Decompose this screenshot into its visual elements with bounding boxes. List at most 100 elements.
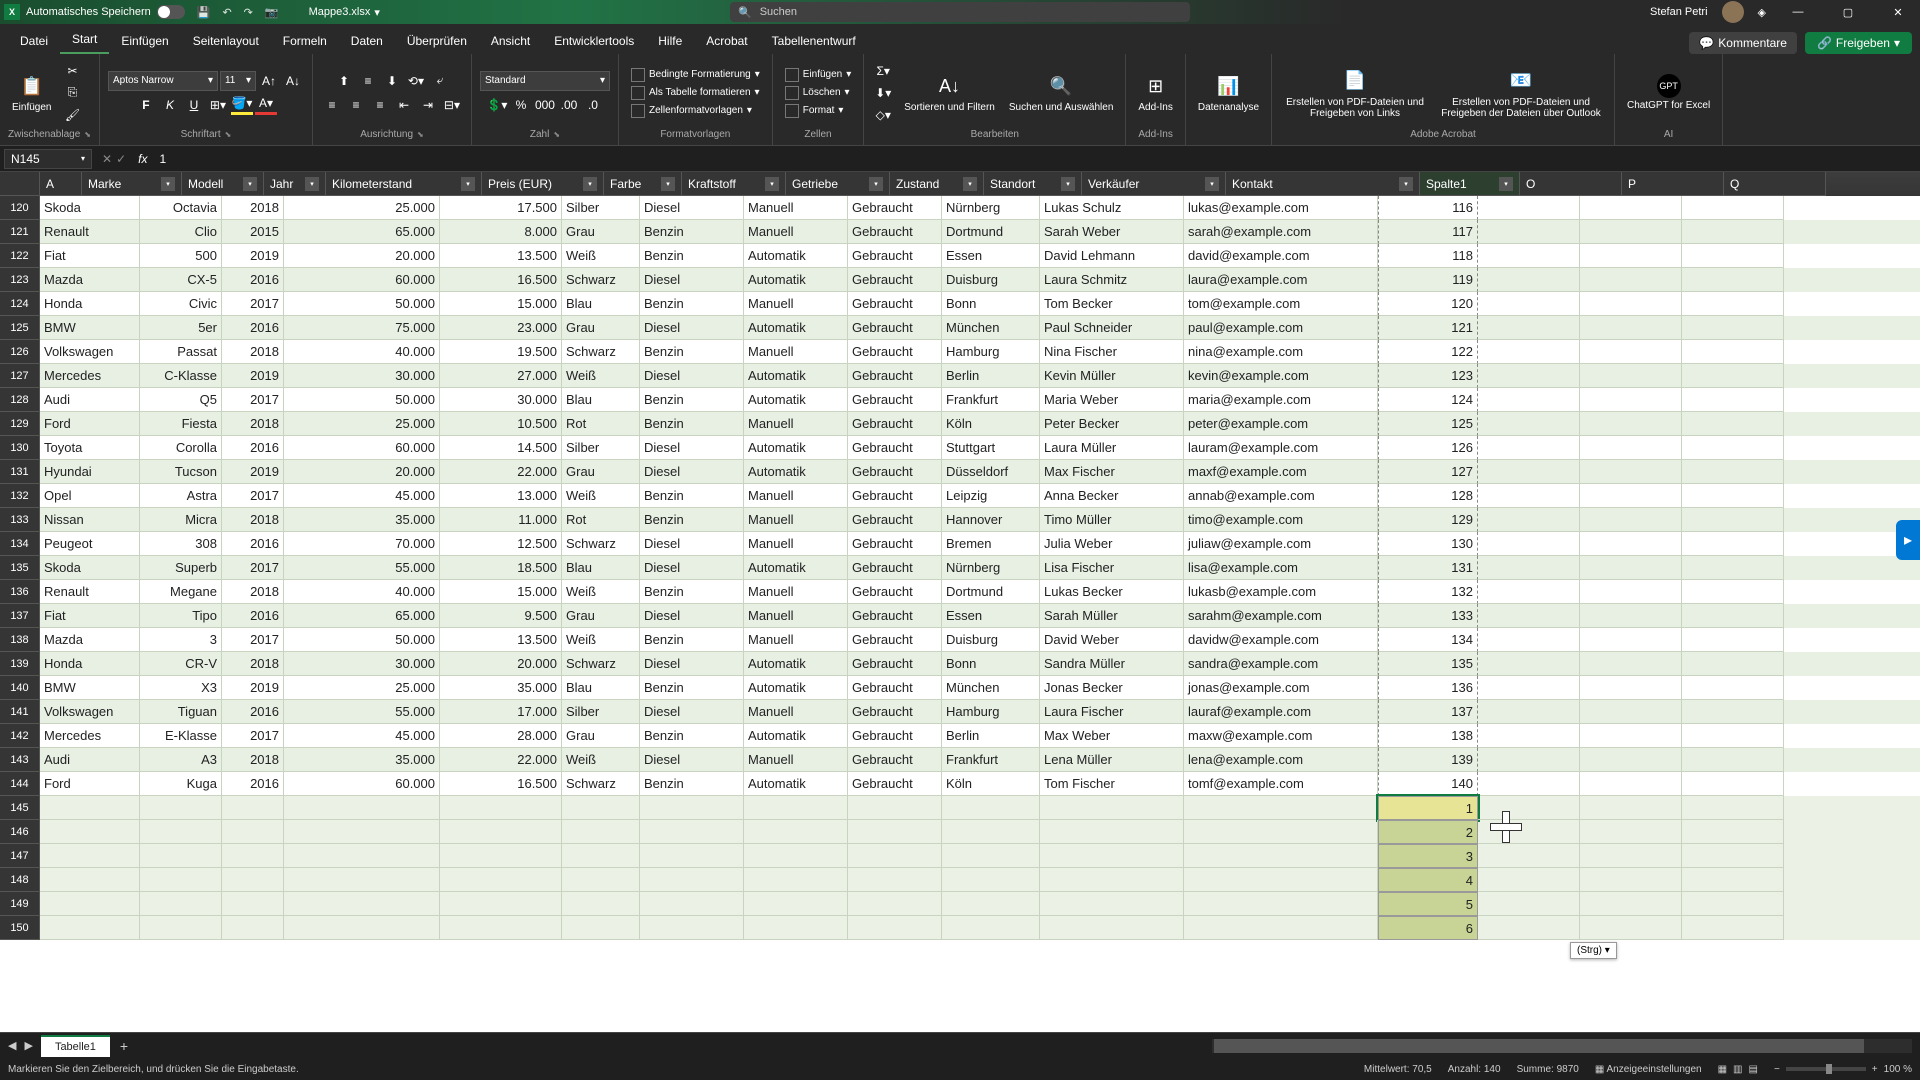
row-header[interactable]: 145 [0,796,40,820]
cell[interactable] [40,868,140,892]
cell[interactable]: 2017 [222,388,284,412]
tab-überprüfen[interactable]: Überprüfen [395,28,479,54]
cell[interactable] [440,844,562,868]
cell[interactable]: Silber [562,196,640,220]
table-row[interactable]: 124HondaCivic201750.00015.000BlauBenzinM… [0,292,1920,316]
cell[interactable] [222,916,284,940]
border-icon[interactable]: ⊞▾ [207,95,229,115]
cell[interactable] [284,844,440,868]
cell[interactable]: Manuell [744,532,848,556]
tab-entwicklertools[interactable]: Entwicklertools [542,28,646,54]
cell[interactable]: Duisburg [942,628,1040,652]
cell[interactable]: Gebraucht [848,460,942,484]
cell[interactable]: C-Klasse [140,364,222,388]
cell[interactable] [1040,844,1184,868]
cell[interactable]: 60.000 [284,772,440,796]
row-header[interactable]: 147 [0,844,40,868]
cell[interactable] [1682,868,1784,892]
cell[interactable] [1682,388,1784,412]
filter-icon[interactable]: ▾ [1399,177,1413,191]
underline-button[interactable]: U [183,95,205,115]
cell[interactable]: Gebraucht [848,628,942,652]
cell[interactable]: Volkswagen [40,700,140,724]
cell[interactable] [222,820,284,844]
tab-seitenlayout[interactable]: Seitenlayout [181,28,271,54]
increase-decimal-icon[interactable]: .00 [558,95,580,115]
cell[interactable] [1580,436,1682,460]
cell[interactable]: 20.000 [440,652,562,676]
filter-icon[interactable]: ▾ [161,177,175,191]
cell[interactable]: 2019 [222,460,284,484]
cell[interactable]: 50.000 [284,388,440,412]
row-header[interactable]: 125 [0,316,40,340]
cell[interactable]: Schwarz [562,652,640,676]
filter-icon[interactable]: ▾ [243,177,257,191]
row-header[interactable]: 139 [0,652,40,676]
filename[interactable]: Mappe3.xlsx▾ [309,6,380,19]
cell[interactable] [848,892,942,916]
cell[interactable]: Schwarz [562,340,640,364]
cell[interactable]: Gebraucht [848,220,942,244]
cell[interactable]: sandra@example.com [1184,652,1378,676]
cell[interactable]: 2018 [222,748,284,772]
cell[interactable] [440,916,562,940]
search-input[interactable]: 🔍 Suchen [730,2,1190,22]
cell[interactable] [744,892,848,916]
cell[interactable]: Peter Becker [1040,412,1184,436]
cell[interactable]: 2016 [222,532,284,556]
cell[interactable] [1682,580,1784,604]
table-row[interactable]: 143AudiA3201835.00022.000WeißDieselManue… [0,748,1920,772]
cell[interactable]: 123 [1378,364,1478,388]
cell[interactable]: 126 [1378,436,1478,460]
cell[interactable]: lauram@example.com [1184,436,1378,460]
insert-cells-button[interactable]: Einfügen ▾ [781,67,856,83]
row-header[interactable]: 121 [0,220,40,244]
cell[interactable]: Bonn [942,652,1040,676]
cell[interactable]: Manuell [744,628,848,652]
cell[interactable]: jonas@example.com [1184,676,1378,700]
cell[interactable] [848,820,942,844]
row-header[interactable]: 127 [0,364,40,388]
cell[interactable]: sarahm@example.com [1184,604,1378,628]
cell[interactable]: 13.500 [440,628,562,652]
cell[interactable]: Manuell [744,700,848,724]
cell[interactable]: Renault [40,220,140,244]
cell[interactable]: Silber [562,436,640,460]
cell[interactable]: Lukas Becker [1040,580,1184,604]
formula-input[interactable]: 1 [153,152,1920,166]
accept-formula-icon[interactable]: ✓ [116,152,126,166]
cell[interactable]: Essen [942,244,1040,268]
cell[interactable] [284,892,440,916]
cell[interactable]: Benzin [640,388,744,412]
table-row[interactable]: 135SkodaSuperb201755.00018.500BlauDiesel… [0,556,1920,580]
cell[interactable] [1580,724,1682,748]
cell[interactable] [1478,772,1580,796]
cell[interactable] [1682,268,1784,292]
table-row[interactable]: 1451 [0,796,1920,820]
cell[interactable] [140,820,222,844]
cell[interactable] [1580,892,1682,916]
cell[interactable] [1478,460,1580,484]
cell[interactable]: Gebraucht [848,772,942,796]
cell[interactable] [1682,916,1784,940]
cell[interactable]: CX-5 [140,268,222,292]
cell[interactable]: paul@example.com [1184,316,1378,340]
cell[interactable] [1580,220,1682,244]
cell[interactable] [1040,916,1184,940]
cell[interactable]: Sarah Weber [1040,220,1184,244]
cell[interactable]: 55.000 [284,556,440,580]
row-header[interactable]: 131 [0,460,40,484]
cell[interactable]: Duisburg [942,268,1040,292]
cell[interactable] [848,868,942,892]
cell[interactable] [744,844,848,868]
cell[interactable] [1682,748,1784,772]
cell[interactable] [1580,604,1682,628]
cell[interactable]: 2016 [222,772,284,796]
cell[interactable]: 125 [1378,412,1478,436]
cell[interactable] [562,868,640,892]
cell[interactable]: 2017 [222,292,284,316]
cell[interactable] [222,868,284,892]
cell[interactable]: Lisa Fischer [1040,556,1184,580]
cell[interactable] [1478,628,1580,652]
cell[interactable]: Diesel [640,748,744,772]
